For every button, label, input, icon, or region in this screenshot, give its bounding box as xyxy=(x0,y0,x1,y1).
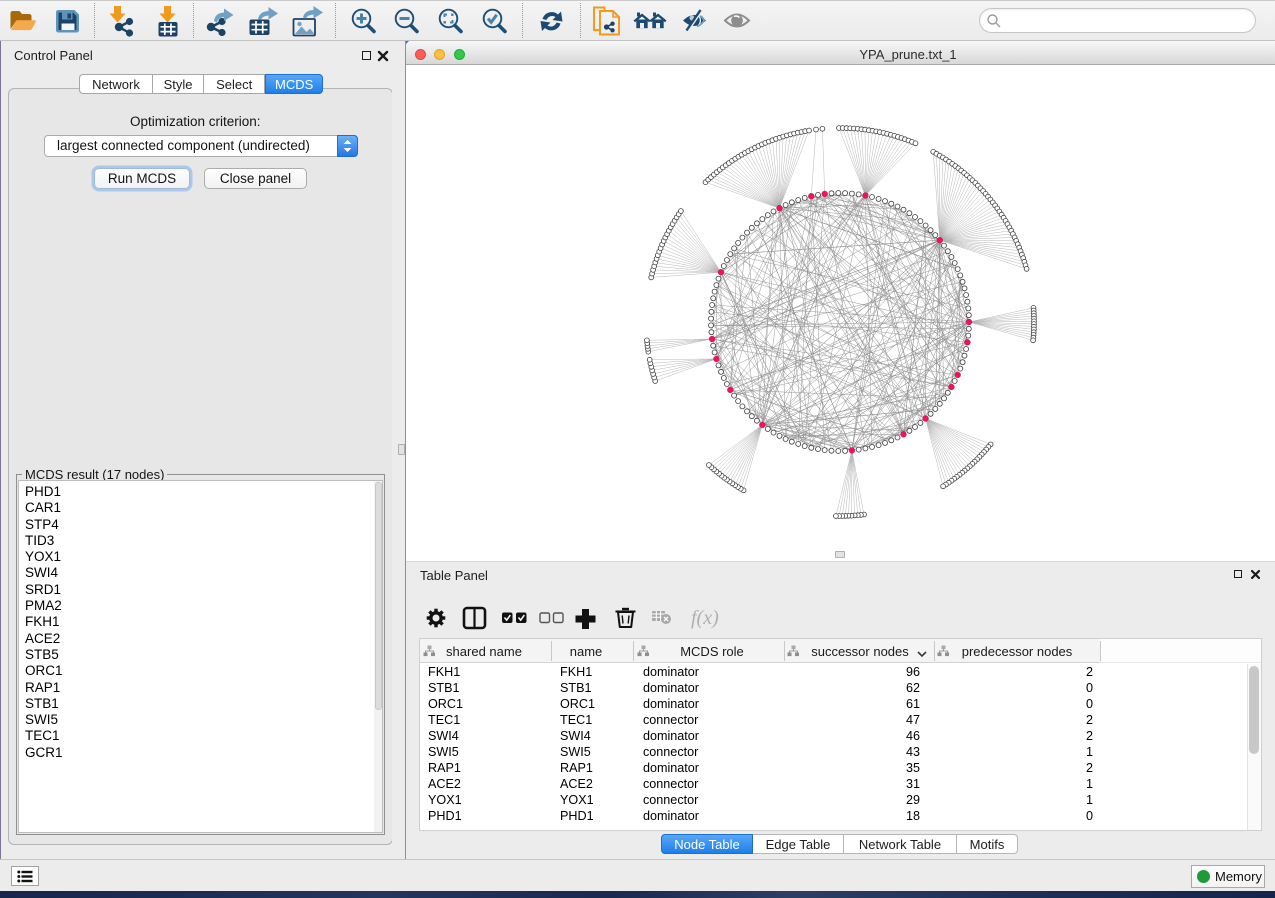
svg-text:f(x): f(x) xyxy=(691,607,719,629)
